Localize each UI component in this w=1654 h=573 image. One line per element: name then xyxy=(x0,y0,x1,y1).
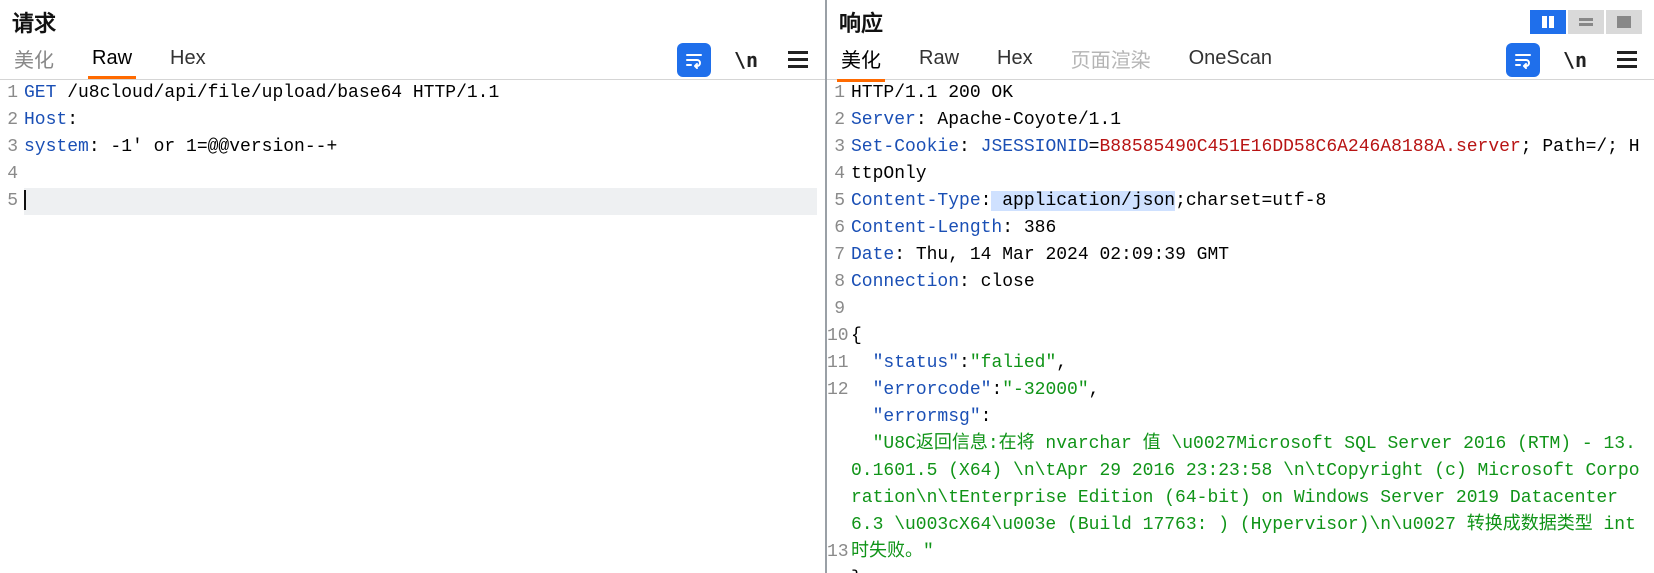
tab-onescan-response[interactable]: OneScan xyxy=(1185,41,1276,79)
response-code[interactable]: HTTP/1.1 200 OKServer: Apache-Coyote/1.1… xyxy=(851,80,1654,573)
wrap-icon[interactable] xyxy=(677,43,711,77)
code-line[interactable]: } xyxy=(851,566,1646,573)
request-tabs: 美化 Raw Hex \n xyxy=(0,40,825,80)
code-line[interactable]: GET /u8cloud/api/file/upload/base64 HTTP… xyxy=(24,80,817,107)
view-toggles xyxy=(1528,10,1642,34)
code-line[interactable]: Content-Type: application/json;charset=u… xyxy=(851,188,1646,215)
code-line[interactable]: "errorcode":"-32000", xyxy=(851,377,1646,404)
response-pane: 响应 美化 Raw Hex 页面渲染 OneS xyxy=(827,0,1654,573)
code-line[interactable] xyxy=(24,188,817,215)
menu-icon[interactable] xyxy=(781,43,815,77)
code-line[interactable]: system: -1' or 1=@@version--+ xyxy=(24,134,817,161)
code-line[interactable] xyxy=(24,161,817,188)
code-line[interactable]: HTTP/1.1 200 OK xyxy=(851,80,1646,107)
request-title: 请求 xyxy=(12,6,56,38)
tab-hex-response[interactable]: Hex xyxy=(993,41,1037,79)
tab-pretty-request[interactable]: 美化 xyxy=(10,38,58,82)
view-columns-button[interactable] xyxy=(1530,10,1566,34)
code-line[interactable]: Connection: close xyxy=(851,269,1646,296)
code-line[interactable]: "errormsg": "U8C返回信息:在将 nvarchar 值 \u002… xyxy=(851,404,1646,566)
tab-render-response[interactable]: 页面渲染 xyxy=(1067,38,1155,82)
tab-hex-request[interactable]: Hex xyxy=(166,41,210,79)
view-rows-button[interactable] xyxy=(1568,10,1604,34)
newline-icon[interactable]: \n xyxy=(1558,43,1592,77)
request-editor[interactable]: 12345 GET /u8cloud/api/file/upload/base6… xyxy=(0,80,825,573)
split-container: 请求 美化 Raw Hex \n 12345 GET /u8cloud xyxy=(0,0,1654,573)
request-pane: 请求 美化 Raw Hex \n 12345 GET /u8cloud xyxy=(0,0,827,573)
code-line[interactable] xyxy=(851,296,1646,323)
wrap-icon[interactable] xyxy=(1506,43,1540,77)
view-single-button[interactable] xyxy=(1606,10,1642,34)
code-line[interactable]: Set-Cookie: JSESSIONID=B88585490C451E16D… xyxy=(851,134,1646,188)
request-gutter: 12345 xyxy=(0,80,24,573)
code-line[interactable]: Date: Thu, 14 Mar 2024 02:09:39 GMT xyxy=(851,242,1646,269)
response-title: 响应 xyxy=(839,6,883,38)
response-gutter: 12345678910111213 xyxy=(827,80,851,573)
code-line[interactable]: { xyxy=(851,323,1646,350)
code-line[interactable]: Server: Apache-Coyote/1.1 xyxy=(851,107,1646,134)
code-line[interactable]: Host: xyxy=(24,107,817,134)
code-line[interactable]: "status":"falied", xyxy=(851,350,1646,377)
response-tabs: 美化 Raw Hex 页面渲染 OneScan \n xyxy=(827,40,1654,80)
menu-icon[interactable] xyxy=(1610,43,1644,77)
tab-pretty-response[interactable]: 美化 xyxy=(837,38,885,82)
tab-raw-request[interactable]: Raw xyxy=(88,41,136,79)
response-editor[interactable]: 12345678910111213 HTTP/1.1 200 OKServer:… xyxy=(827,80,1654,573)
newline-icon[interactable]: \n xyxy=(729,43,763,77)
request-code[interactable]: GET /u8cloud/api/file/upload/base64 HTTP… xyxy=(24,80,825,573)
code-line[interactable]: Content-Length: 386 xyxy=(851,215,1646,242)
tab-raw-response[interactable]: Raw xyxy=(915,41,963,79)
